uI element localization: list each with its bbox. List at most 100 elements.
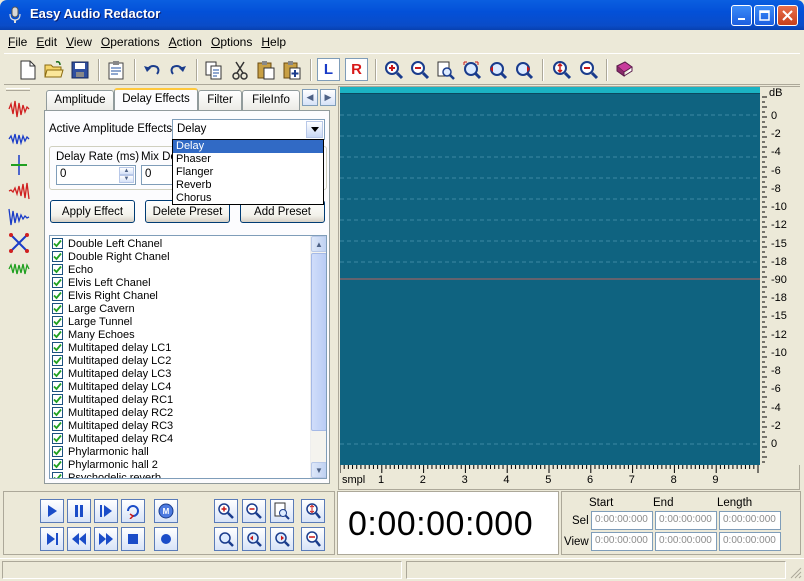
close-button[interactable] <box>777 5 798 26</box>
undo-button[interactable] <box>140 58 164 82</box>
properties-button[interactable] <box>104 58 128 82</box>
zoom-left-bottom-button[interactable] <box>242 527 266 551</box>
mix-stepper[interactable]: 0 <box>141 165 175 185</box>
menu-edit[interactable]: Edit <box>32 32 62 52</box>
preset-checkbox[interactable] <box>52 407 63 418</box>
tab-amplitude[interactable]: Amplitude <box>46 90 114 110</box>
list-item[interactable]: Psychodelic reverb <box>52 471 161 478</box>
menu-action[interactable]: Action <box>165 32 207 52</box>
record-button[interactable] <box>154 527 178 551</box>
tab-scroll-right-button[interactable]: ▶ <box>320 89 336 106</box>
list-item[interactable]: Large Tunnel <box>52 315 132 328</box>
zoom-in-horizontal-button[interactable] <box>214 499 238 523</box>
loop-button[interactable] <box>121 499 145 523</box>
list-item[interactable]: Multitaped delay RC3 <box>52 419 173 432</box>
spin-up-icon[interactable]: ▲ <box>119 167 134 175</box>
play-button[interactable] <box>40 499 64 523</box>
zoom-in-button[interactable] <box>382 58 406 82</box>
zoom-fit-button[interactable] <box>460 58 484 82</box>
zoom-selection-button[interactable] <box>434 58 458 82</box>
resize-grip-icon[interactable] <box>790 567 802 579</box>
green-waveform-icon[interactable] <box>8 258 30 280</box>
list-item[interactable]: Elvis Right Chanel <box>52 289 158 302</box>
list-item[interactable]: Multitaped delay LC1 <box>52 341 171 354</box>
scroll-up-button[interactable]: ▲ <box>311 236 326 252</box>
rewind-button[interactable] <box>67 527 91 551</box>
preset-checkbox[interactable] <box>52 303 63 314</box>
zoom-out-vertical-bottom-button[interactable] <box>301 527 325 551</box>
dropdown-button[interactable] <box>306 121 323 138</box>
scroll-down-button[interactable]: ▼ <box>311 462 326 478</box>
list-item[interactable]: Phylarmonic hall <box>52 445 149 458</box>
delay-rate-stepper[interactable]: 0 ▲ ▼ <box>56 165 136 185</box>
spin-down-icon[interactable]: ▼ <box>119 175 134 183</box>
preset-checkbox[interactable] <box>52 329 63 340</box>
list-item[interactable]: Large Cavern <box>52 302 135 315</box>
fade-in-icon[interactable] <box>8 180 30 202</box>
tab-delay-effects[interactable]: Delay Effects <box>114 88 198 110</box>
list-item[interactable]: Multitaped delay RC2 <box>52 406 173 419</box>
preset-checkbox[interactable] <box>52 316 63 327</box>
dropdown-option-phaser[interactable]: Phaser <box>173 153 323 166</box>
open-button[interactable] <box>42 58 66 82</box>
dropdown-option-reverb[interactable]: Reverb <box>173 179 323 192</box>
dropdown-option-flanger[interactable]: Flanger <box>173 166 323 179</box>
preset-checkbox[interactable] <box>52 433 63 444</box>
list-item[interactable]: Multitaped delay LC4 <box>52 380 171 393</box>
preset-checkbox[interactable] <box>52 394 63 405</box>
waveform-canvas[interactable] <box>340 87 760 465</box>
active-effect-select[interactable]: Delay <box>172 119 325 140</box>
play-selection-button[interactable] <box>94 499 118 523</box>
preset-checkbox[interactable] <box>52 446 63 457</box>
blue-waveform-icon[interactable] <box>8 128 30 150</box>
zoom-right-bottom-button[interactable] <box>270 527 294 551</box>
apply-effect-button[interactable]: Apply Effect <box>50 200 135 223</box>
help-button[interactable] <box>612 58 636 82</box>
zoom-left-button[interactable] <box>486 58 510 82</box>
crossfade-icon[interactable] <box>8 232 30 254</box>
menu-options[interactable]: Options <box>207 32 257 52</box>
list-item[interactable]: Phylarmonic hall 2 <box>52 458 158 471</box>
monitor-button[interactable]: M <box>154 499 178 523</box>
preset-checkbox[interactable] <box>52 238 63 249</box>
new-file-button[interactable] <box>16 58 40 82</box>
tab-filter[interactable]: Filter <box>198 90 242 110</box>
zoom-page-button[interactable] <box>270 499 294 523</box>
preset-checkbox[interactable] <box>52 420 63 431</box>
red-waveform-icon[interactable] <box>8 98 30 120</box>
sel-end-field[interactable]: 0:00:00:000 <box>655 511 717 530</box>
preset-checkbox[interactable] <box>52 472 63 478</box>
tab-scroll-left-button[interactable]: ◀ <box>302 89 318 106</box>
go-to-start-button[interactable] <box>40 527 64 551</box>
preset-list-scrollbar[interactable]: ▲ ▼ <box>310 236 326 478</box>
save-button[interactable] <box>68 58 92 82</box>
dropdown-option-delay[interactable]: Delay <box>173 140 323 153</box>
view-end-field[interactable]: 0:00:00:000 <box>655 532 717 551</box>
scroll-thumb[interactable] <box>311 253 326 431</box>
pause-button[interactable] <box>67 499 91 523</box>
stepper-buttons[interactable]: ▲ ▼ <box>119 167 134 183</box>
left-channel-button[interactable]: L <box>317 58 340 81</box>
fast-forward-button[interactable] <box>94 527 118 551</box>
minimize-button[interactable] <box>731 5 752 26</box>
view-length-field[interactable]: 0:00:00:000 <box>719 532 781 551</box>
paste-button[interactable] <box>254 58 278 82</box>
preset-checkbox[interactable] <box>52 277 63 288</box>
redo-button[interactable] <box>166 58 190 82</box>
list-item[interactable]: Multitaped delay LC3 <box>52 367 171 380</box>
zoom-out-button[interactable] <box>408 58 432 82</box>
preset-checkbox[interactable] <box>52 290 63 301</box>
menu-help[interactable]: Help <box>257 32 291 52</box>
preset-checkbox[interactable] <box>52 342 63 353</box>
copy-button[interactable] <box>202 58 226 82</box>
stop-button[interactable] <box>121 527 145 551</box>
list-item[interactable]: Many Echoes <box>52 328 135 341</box>
zoom-right-button[interactable] <box>512 58 536 82</box>
fade-out-icon[interactable] <box>8 206 30 228</box>
list-item[interactable]: Elvis Left Chanel <box>52 276 151 289</box>
preset-checkbox[interactable] <box>52 381 63 392</box>
overview-bar[interactable] <box>340 87 760 94</box>
right-channel-button[interactable]: R <box>345 58 368 81</box>
zoom-out-vertical-button[interactable] <box>577 58 601 82</box>
preset-checkbox[interactable] <box>52 355 63 366</box>
